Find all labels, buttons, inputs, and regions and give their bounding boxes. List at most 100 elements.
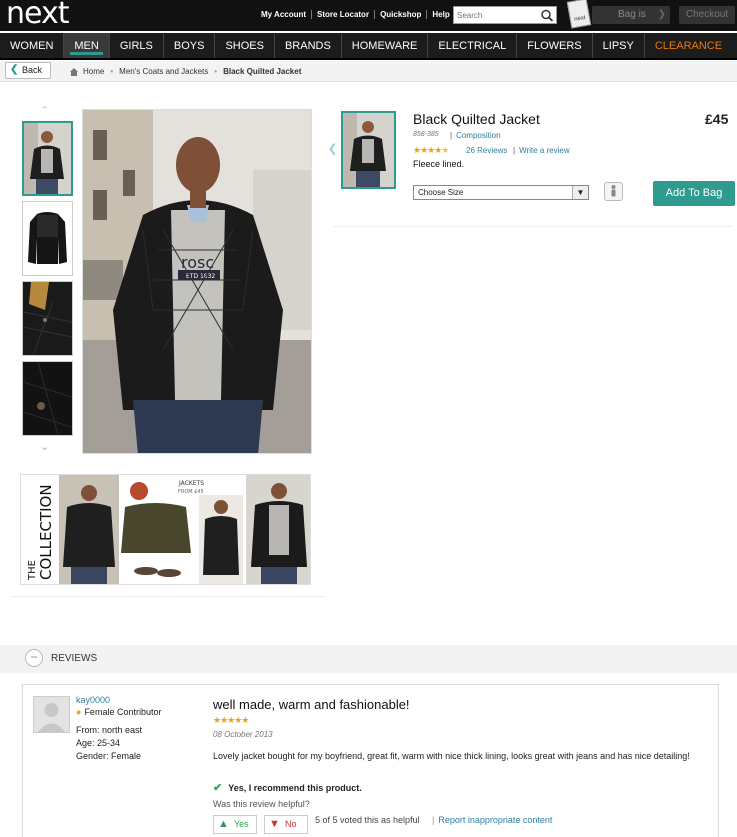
nav-item-boys[interactable]: BOYS xyxy=(164,33,216,58)
rating-stars: ★★★★★ xyxy=(413,145,449,156)
helpful-votes: 5 of 5 voted this as helpful xyxy=(315,815,420,825)
review-rating-stars: ★★★★★ xyxy=(213,715,249,726)
reviewer-gender: Gender: Female xyxy=(76,751,142,761)
quickshop-link[interactable]: Quickshop xyxy=(375,10,428,19)
chevron-up-icon[interactable]: ⌃ xyxy=(40,104,49,117)
recommend-statement: ✔ Yes, I recommend this product. xyxy=(213,781,362,794)
review-body: Lovely jacket bought for my boyfriend, g… xyxy=(213,751,690,761)
no-label: No xyxy=(285,819,297,829)
nav-item-clearance[interactable]: CLEARANCE xyxy=(645,33,732,58)
collection-photo: THE COLLECTION JACKETS FROM £45 xyxy=(21,475,310,584)
composition-link[interactable]: Composition xyxy=(450,131,500,140)
divider xyxy=(10,596,325,606)
product-title: Black Quilted Jacket xyxy=(413,111,540,127)
top-links: My Account Store Locator Quickshop Help xyxy=(256,10,455,19)
back-label: Back xyxy=(22,65,43,75)
size-guide-icon[interactable] xyxy=(604,182,623,201)
collection-text-2: COLLECTION xyxy=(37,484,55,580)
collection-banner[interactable]: THE COLLECTION JACKETS FROM £45 xyxy=(20,474,311,585)
nav-item-girls[interactable]: GIRLS xyxy=(110,33,164,58)
size-select[interactable]: Choose Size ▼ xyxy=(413,185,589,200)
chevron-left-icon: ❮ xyxy=(10,64,19,75)
model-photo xyxy=(343,113,394,187)
model-photo xyxy=(24,123,71,194)
store-locator-link[interactable]: Store Locator xyxy=(312,10,376,19)
product-code: 858-385 xyxy=(413,131,439,138)
breadcrumb-category[interactable]: Men's Coats and Jackets xyxy=(119,67,208,76)
nav-item-women[interactable]: WOMEN xyxy=(0,33,65,58)
helpful-question: Was this review helpful? xyxy=(213,799,310,809)
person-icon xyxy=(611,185,616,197)
checkout-button[interactable]: Checkout xyxy=(679,6,735,24)
breadcrumb-home[interactable]: Home xyxy=(83,67,104,76)
search-box xyxy=(453,6,557,24)
chevron-left-icon[interactable]: ❮ xyxy=(328,142,337,155)
chevron-right-icon: ❯ xyxy=(657,9,666,20)
shopping-bag-icon[interactable]: next xyxy=(566,0,592,29)
breadcrumb-separator: • xyxy=(214,67,218,76)
back-button[interactable]: ❮ Back xyxy=(5,62,51,79)
add-to-bag-button[interactable]: Add To Bag xyxy=(653,181,735,206)
help-link[interactable]: Help xyxy=(427,10,454,19)
write-review-link[interactable]: Write a review xyxy=(513,146,570,155)
main-product-image[interactable]: rosc ETD 1832 xyxy=(82,109,312,454)
my-account-link[interactable]: My Account xyxy=(256,10,313,19)
reviews-link[interactable]: 26 Reviews xyxy=(466,146,507,155)
nav-item-lipsy[interactable]: LIPSY xyxy=(593,33,645,58)
reviews-section-label: REVIEWS xyxy=(51,653,98,664)
nav-item-homeware[interactable]: HOMEWARE xyxy=(342,33,429,58)
main-nav: WOMEN MEN GIRLS BOYS SHOES BRANDS HOMEWA… xyxy=(0,33,737,60)
nav-item-brands[interactable]: BRANDS xyxy=(275,33,342,58)
review-date: 08 October 2013 xyxy=(213,730,273,739)
recommend-text: Yes, I recommend this product. xyxy=(228,783,362,793)
reviewer-age: Age: 25-34 xyxy=(76,738,121,748)
home-icon xyxy=(70,68,78,76)
size-select-value: Choose Size xyxy=(418,188,464,197)
chevron-down-icon[interactable]: ⌄ xyxy=(40,440,49,453)
reviews-header xyxy=(0,645,737,673)
report-link[interactable]: Report inappropriate content xyxy=(432,815,552,825)
breadcrumb-bar: ❮ Back Home • Men's Coats and Jackets • … xyxy=(0,61,737,82)
jacket-back-photo xyxy=(23,202,72,275)
lining-detail-photo xyxy=(23,282,72,355)
search-input[interactable] xyxy=(457,9,537,22)
chevron-down-icon: ▼ xyxy=(572,186,588,199)
yes-label: Yes xyxy=(234,819,249,829)
contributor-badge: ● Female Contributor xyxy=(76,707,161,717)
reviewer-location: From: north east xyxy=(76,725,143,735)
product-description: Fleece lined. xyxy=(413,159,465,169)
breadcrumb-separator: • xyxy=(110,67,114,76)
helpful-yes-button[interactable]: ▲ Yes xyxy=(213,815,257,834)
breadcrumb-current: Black Quilted Jacket xyxy=(223,67,302,76)
product-thumbnail-front[interactable] xyxy=(22,121,73,196)
half-star-icon: ★ xyxy=(441,145,449,155)
button-detail-photo xyxy=(23,362,72,435)
divider xyxy=(333,226,733,227)
product-thumbnail-button[interactable] xyxy=(22,361,73,436)
collapse-icon[interactable]: − xyxy=(25,649,43,667)
checkmark-icon: ✔ xyxy=(213,782,223,794)
product-thumbnail-back[interactable] xyxy=(22,201,73,276)
model-photo: rosc ETD 1832 xyxy=(83,110,311,453)
product-price: £45 xyxy=(705,111,729,127)
thumbs-up-icon: ▲ xyxy=(218,818,229,830)
search-icon[interactable] xyxy=(540,9,554,22)
selected-product-thumbnail[interactable] xyxy=(341,111,396,189)
reviewer-name[interactable]: kay0000 xyxy=(76,695,110,705)
nav-item-shoes[interactable]: SHOES xyxy=(215,33,275,58)
thumbs-down-icon: ▼ xyxy=(269,818,280,830)
breadcrumb: Home • Men's Coats and Jackets • Black Q… xyxy=(70,67,307,76)
nav-item-flowers[interactable]: FLOWERS xyxy=(517,33,593,58)
next-logo[interactable]: next xyxy=(6,0,69,31)
user-silhouette-icon xyxy=(34,697,69,732)
nav-item-electrical[interactable]: ELECTRICAL xyxy=(428,33,518,58)
helpful-no-button[interactable]: ▼ No xyxy=(264,815,308,834)
medal-icon: ● xyxy=(76,707,82,717)
avatar xyxy=(33,696,70,733)
product-thumbnail-lining[interactable] xyxy=(22,281,73,356)
contributor-label: Female Contributor xyxy=(84,707,162,717)
review-title: well made, warm and fashionable! xyxy=(213,697,410,712)
bag-status[interactable]: Bag is ❯ xyxy=(592,6,670,24)
nav-item-men[interactable]: MEN xyxy=(64,33,110,58)
star-icon: ★ xyxy=(241,715,249,725)
